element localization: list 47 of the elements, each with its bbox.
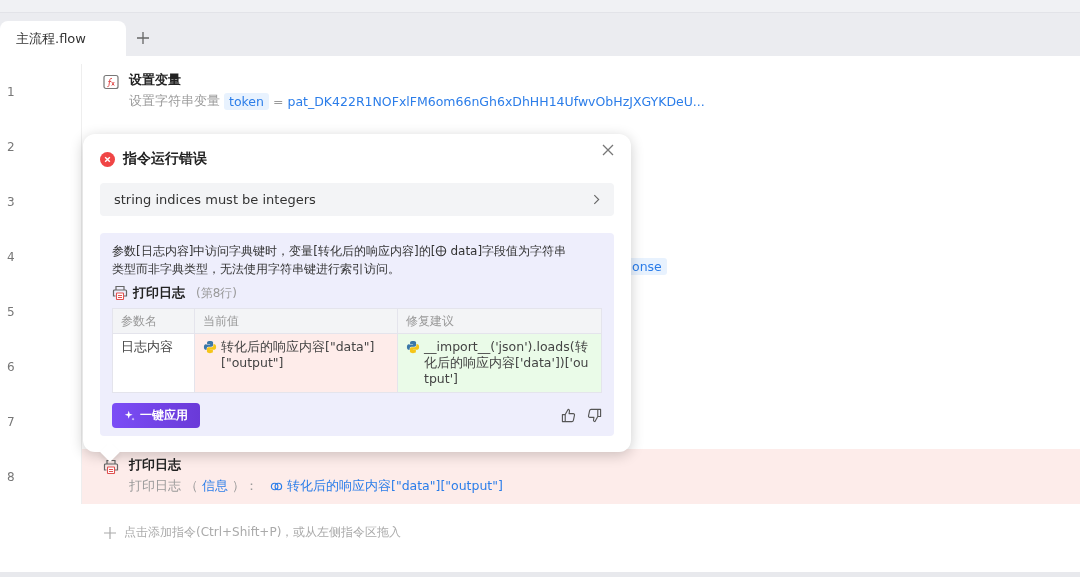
column-header: 参数名 xyxy=(113,309,195,334)
line-number: 1 xyxy=(0,64,82,119)
add-command-hint[interactable]: 点击添加指令(Ctrl+Shift+P)，或从左侧指令区拖入 xyxy=(124,524,402,541)
apply-button[interactable]: 一键应用 xyxy=(112,403,200,428)
command-line-number: (第8行) xyxy=(196,284,237,302)
parameter-name: 信息 xyxy=(202,478,228,495)
line-number: 5 xyxy=(0,284,82,339)
command-description: 打印日志 xyxy=(129,478,181,495)
column-header: 当前值 xyxy=(195,309,398,334)
python-icon xyxy=(203,340,217,354)
python-icon xyxy=(406,340,420,354)
field-icon xyxy=(435,245,448,257)
command-description: 设置字符串变量 xyxy=(129,93,220,110)
explanation-text: 参数[日志内容]中访问字典键时，变量[转化后的响应内容]的[ xyxy=(112,244,436,258)
command-name: 打印日志 xyxy=(133,284,185,302)
variable-tag[interactable]: token xyxy=(224,93,269,110)
function-icon xyxy=(103,74,119,90)
add-tab-icon[interactable] xyxy=(136,31,150,45)
close-icon[interactable] xyxy=(602,144,614,156)
command-title: 打印日志 xyxy=(129,457,182,474)
variable-value[interactable]: 转化后的响应内容["data"]["output"] xyxy=(287,478,503,495)
close-paren: ）： xyxy=(232,478,258,495)
printer-icon xyxy=(103,459,119,475)
file-tab[interactable]: 主流程.flow xyxy=(0,21,126,56)
thumbs-down-icon[interactable] xyxy=(587,408,602,423)
open-paren: （ xyxy=(185,478,198,495)
chevron-right-icon xyxy=(593,194,600,205)
popup-title: 指令运行错误 xyxy=(123,150,207,168)
line-number: 4 xyxy=(0,229,82,284)
explanation-text: data]字段值为字符串 xyxy=(450,244,567,258)
error-message-bar[interactable]: string indices must be integers xyxy=(100,183,614,216)
command-title: 设置变量 xyxy=(129,72,182,89)
current-value: 转化后的响应内容["data"]["output"] xyxy=(221,339,376,371)
thumbs-up-icon[interactable] xyxy=(561,408,576,423)
variable-icon xyxy=(270,480,283,493)
printer-icon xyxy=(112,285,128,301)
error-icon xyxy=(100,151,115,167)
variable-value: pat_DK422R1NOFxlFM6om66nGh6xDhHH14UfwvObHzJXGYKDeU... xyxy=(287,94,705,109)
sparkle-icon xyxy=(124,410,135,421)
equals-sign: = xyxy=(272,94,284,109)
line-number: 6 xyxy=(0,339,82,394)
column-header: 修复建议 xyxy=(398,309,602,334)
suggested-value: __import__('json').loads(转化后的响应内容['data'])['output'] xyxy=(424,339,590,387)
explanation-text: 类型而非字典类型，无法使用字符串键进行索引访问。 xyxy=(112,262,400,276)
line-number: 7 xyxy=(0,394,82,449)
line-number: 3 xyxy=(0,174,82,229)
line-number: 2 xyxy=(0,119,82,174)
